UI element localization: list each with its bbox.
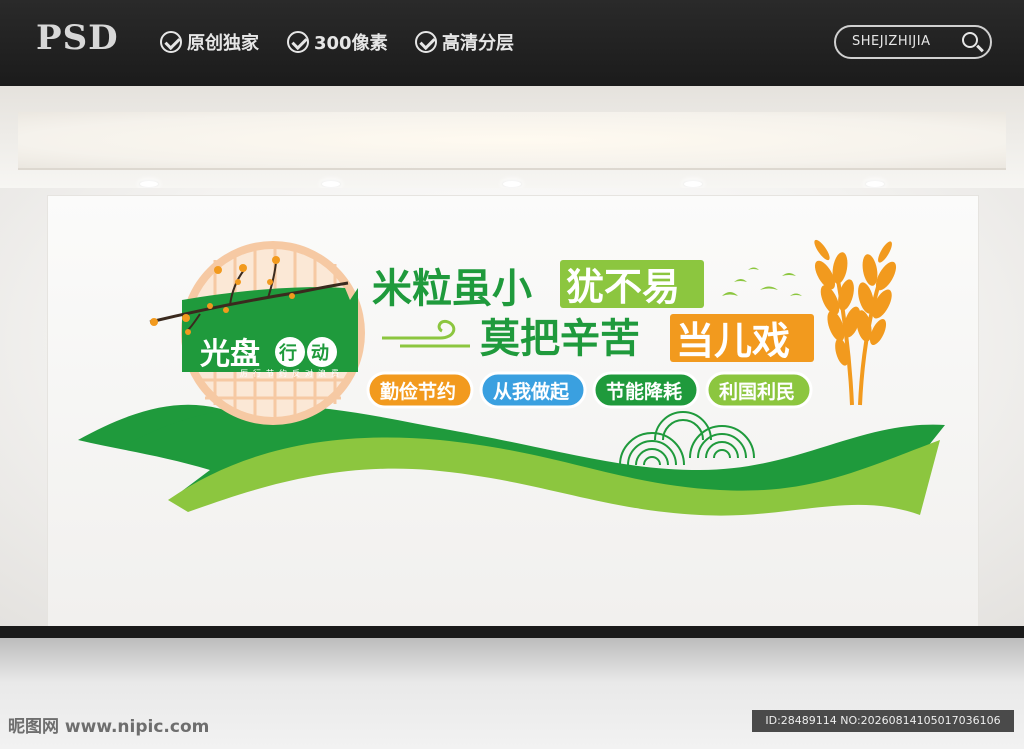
badge-subtitle: 厉行节约反对浪费 xyxy=(240,368,344,378)
wheat-icon xyxy=(814,239,897,406)
headline-1: 米粒虽小 xyxy=(372,266,532,312)
culture-wall-artwork: 光盘 行 动 厉行节约反对浪费 米粒虽小 犹不易 莫把辛苦 当儿戏 勤俭节约 从… xyxy=(78,239,945,516)
tag-list: 勤俭节约 从我做起 节能降耗 利国利民 xyxy=(366,371,813,409)
headline-2-boxed: 当儿戏 xyxy=(676,319,790,363)
cloud-swirl-icon xyxy=(382,319,470,348)
tag-label: 节能降耗 xyxy=(606,380,682,403)
image-id-bar: ID:28489114 NO:20260814105017036106 xyxy=(752,710,1014,732)
headline-2: 莫把辛苦 xyxy=(480,316,640,362)
badge-circle: 光盘 行 动 厉行节约反对浪费 xyxy=(149,241,365,425)
birds-icon xyxy=(722,267,802,296)
headline-1-boxed: 犹不易 xyxy=(566,265,680,309)
green-ribbon xyxy=(78,404,945,516)
wave-pattern xyxy=(619,411,755,466)
tag-label: 利国利民 xyxy=(719,381,795,403)
tag-label: 勤俭节约 xyxy=(380,380,456,403)
watermark: 昵图网 www.nipic.com xyxy=(8,717,210,737)
tag-label: 从我做起 xyxy=(493,380,570,403)
badge-title-2: 行 xyxy=(278,342,297,364)
badge-title-3: 动 xyxy=(311,343,329,364)
badge-title-1: 光盘 xyxy=(200,337,260,372)
